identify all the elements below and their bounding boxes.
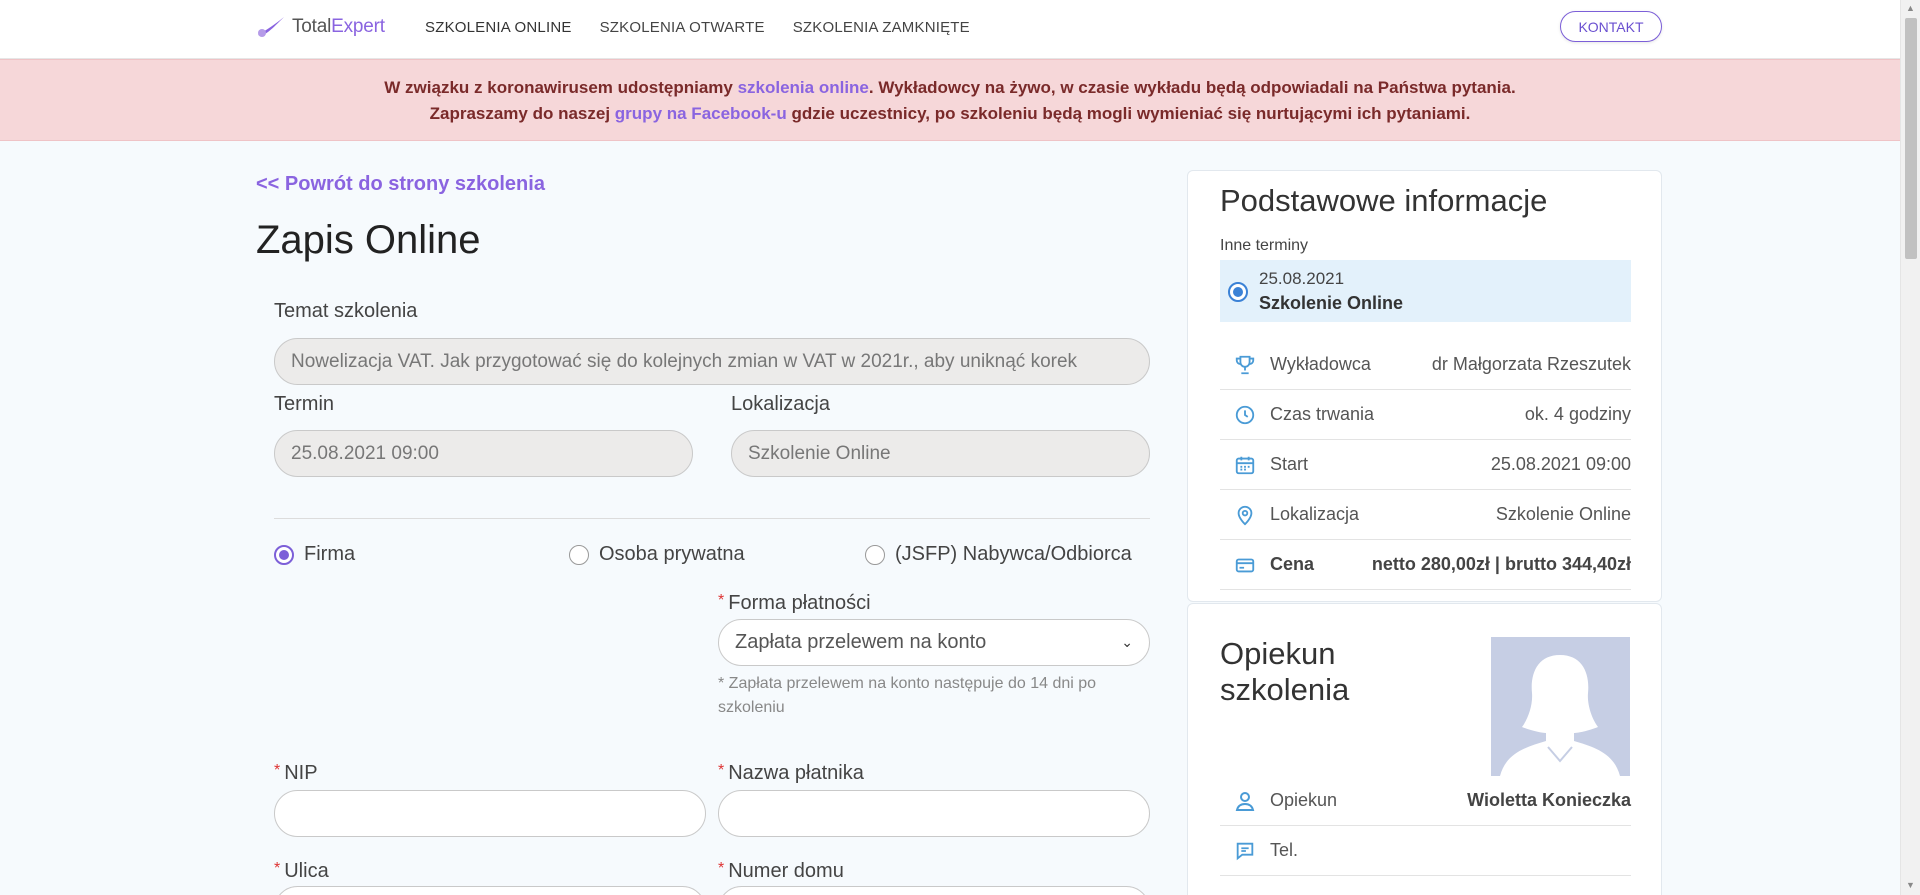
- required-mark: *: [274, 860, 281, 877]
- guardian-title-line1: Opiekun: [1220, 636, 1336, 671]
- banner-link-facebook[interactable]: grupy na Facebook-u: [615, 104, 787, 123]
- user-icon: [1220, 789, 1270, 813]
- location-label: Lokalizacja: [731, 393, 830, 415]
- info-key: Czas trwania: [1270, 404, 1375, 424]
- term-field[interactable]: 25.08.2021 09:00: [274, 430, 693, 477]
- credit-card-icon: [1220, 554, 1270, 576]
- logo[interactable]: TotalExpert: [256, 15, 385, 39]
- info-key: Start: [1270, 454, 1309, 474]
- info-value: Szkolenie Online: [1495, 504, 1631, 524]
- page-title: Zapis Online: [256, 218, 481, 262]
- covid-banner: W związku z koronawirusem udostępniamy s…: [0, 59, 1900, 141]
- info-row-price: Cena netto 280,00zł | brutto 344,40zł: [1220, 540, 1631, 590]
- logo-text-total: Total: [292, 16, 332, 37]
- term-option[interactable]: 25.08.2021 Szkolenie Online: [1220, 260, 1631, 322]
- info-card: Podstawowe informacje Inne terminy 25.08…: [1187, 170, 1662, 602]
- banner-link-online[interactable]: szkolenia online: [738, 78, 869, 97]
- street-input[interactable]: [274, 886, 706, 895]
- top-header: TotalExpert SZKOLENIA ONLINE SZKOLENIA O…: [0, 0, 1900, 59]
- location-field[interactable]: Szkolenie Online: [731, 430, 1150, 477]
- house-number-input[interactable]: [718, 886, 1150, 895]
- back-link[interactable]: << Powrót do strony szkolenia: [256, 173, 545, 196]
- radio-jsfp[interactable]: [865, 544, 885, 565]
- message-icon: [1220, 840, 1270, 862]
- term-radio[interactable]: [1228, 282, 1248, 302]
- street-label: * Ulica: [274, 860, 329, 882]
- topic-field[interactable]: Nowelizacja VAT. Jak przygotować się do …: [274, 338, 1150, 385]
- nav-szkolenia-online[interactable]: SZKOLENIA ONLINE: [425, 19, 572, 36]
- banner-text: gdzie uczestnicy, po szkoleniu będą mogl…: [786, 104, 1471, 123]
- info-value: ok. 4 godziny: [1524, 404, 1631, 424]
- avatar: [1491, 637, 1630, 776]
- term-name: Szkolenie Online: [1259, 293, 1404, 313]
- info-row-location: Lokalizacja Szkolenie Online: [1220, 490, 1631, 540]
- term-label: Termin: [274, 393, 335, 415]
- guardian-row-name: Opiekun Wioletta Konieczka: [1220, 776, 1631, 826]
- logo-swoosh-icon: [258, 17, 284, 37]
- other-terms-label: Inne terminy: [1220, 237, 1309, 254]
- guardian-title-line2: szkolenia: [1220, 672, 1350, 707]
- required-mark: *: [718, 592, 725, 609]
- guardian-row-phone: Tel.: [1220, 826, 1631, 876]
- banner-text: Zapraszamy do naszej: [429, 104, 615, 123]
- nav-szkolenia-otwarte[interactable]: SZKOLENIA OTWARTE: [600, 19, 765, 36]
- nip-input[interactable]: [274, 790, 706, 837]
- banner-text: . Wykładowcy na żywo, w czasie wykładu b…: [868, 78, 1516, 97]
- radio-firma[interactable]: [274, 544, 294, 565]
- radio-label-firma: Firma: [304, 543, 356, 565]
- buyer-type-private[interactable]: Osoba prywatna: [569, 543, 745, 566]
- guardian-card-title: Opiekun szkolenia: [1220, 636, 1349, 708]
- info-value: dr Małgorzata Rzeszutek: [1431, 354, 1631, 374]
- info-row-duration: Czas trwania ok. 4 godziny: [1220, 390, 1631, 440]
- main-nav: SZKOLENIA ONLINE SZKOLENIA OTWARTE SZKOL…: [425, 19, 970, 36]
- radio-label-jsfp: (JSFP) Nabywca/Odbiorca: [895, 543, 1132, 565]
- nav-szkolenia-zamkniete[interactable]: SZKOLENIA ZAMKNIĘTE: [793, 19, 970, 36]
- info-key: Opiekun: [1270, 790, 1338, 810]
- info-key: Wykładowca: [1270, 354, 1371, 374]
- calendar-icon: [1220, 454, 1270, 476]
- scroll-up-icon[interactable]: ▲: [1906, 3, 1915, 13]
- topic-label: Temat szkolenia: [274, 300, 418, 322]
- location-pin-icon: [1220, 504, 1270, 526]
- required-mark: *: [274, 762, 281, 779]
- radio-label-private: Osoba prywatna: [599, 543, 745, 565]
- form-divider: [274, 518, 1150, 519]
- info-key: Lokalizacja: [1270, 504, 1360, 524]
- guardian-card: Opiekun szkolenia Opiekun Wioletta Konie…: [1187, 603, 1662, 895]
- page-scrollbar[interactable]: ▲ ▼: [1900, 0, 1920, 895]
- term-date: 25.08.2021: [1259, 269, 1345, 288]
- house-number-label: * Numer domu: [718, 860, 844, 882]
- payment-select-value: Zapłata przelewem na konto: [735, 631, 987, 653]
- required-mark: *: [718, 762, 725, 779]
- chevron-down-icon: ⌄: [1121, 634, 1133, 650]
- payer-label: * Nazwa płatnika: [718, 762, 864, 784]
- price-value: netto 280,00zł | brutto 344,40zł: [1371, 554, 1631, 574]
- contact-button[interactable]: KONTAKT: [1560, 11, 1662, 42]
- info-card-title: Podstawowe informacje: [1220, 183, 1548, 218]
- nip-label: * NIP: [274, 762, 318, 784]
- banner-text: W związku z koronawirusem udostępniamy: [384, 78, 738, 97]
- logo-text-expert: Expert: [331, 16, 385, 37]
- payment-label: * Forma płatności: [718, 592, 871, 614]
- clock-icon: [1220, 404, 1270, 426]
- info-key: Tel.: [1270, 840, 1299, 860]
- required-mark: *: [718, 860, 725, 877]
- guardian-name: Wioletta Konieczka: [1467, 790, 1631, 810]
- scrollbar-thumb[interactable]: [1905, 18, 1917, 259]
- payer-input[interactable]: [718, 790, 1150, 837]
- info-key: Cena: [1270, 554, 1315, 574]
- buyer-type-firma[interactable]: Firma: [274, 543, 355, 566]
- info-value: 25.08.2021 09:00: [1490, 454, 1631, 474]
- buyer-type-jsfp[interactable]: (JSFP) Nabywca/Odbiorca: [865, 543, 1132, 566]
- info-row-lecturer: Wykładowca dr Małgorzata Rzeszutek: [1220, 340, 1631, 390]
- trophy-icon: [1220, 354, 1270, 376]
- info-row-start: Start 25.08.2021 09:00: [1220, 440, 1631, 490]
- payment-select[interactable]: Zapłata przelewem na konto ⌄: [718, 619, 1150, 666]
- radio-private[interactable]: [569, 544, 589, 565]
- scroll-down-icon[interactable]: ▼: [1906, 880, 1915, 890]
- payment-note: * Zapłata przelewem na konto następuje d…: [718, 675, 1097, 716]
